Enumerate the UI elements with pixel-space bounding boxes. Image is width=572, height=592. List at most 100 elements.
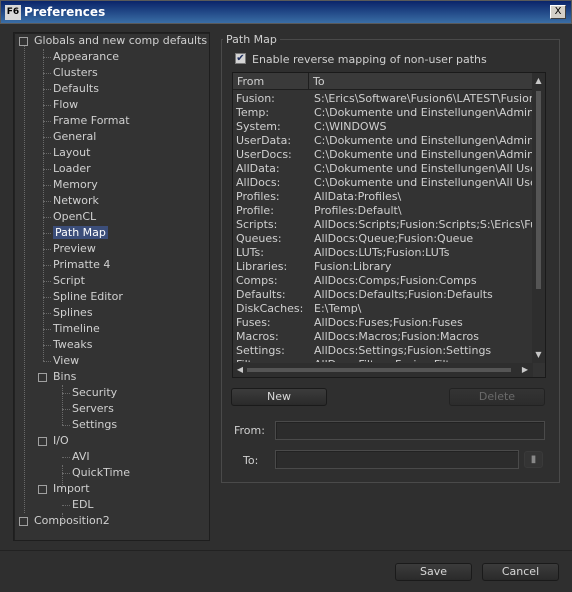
vertical-scrollbar[interactable]: ▲ ▼ (532, 73, 545, 363)
column-header-from[interactable]: From (233, 73, 309, 90)
table-row[interactable]: LUTs: AllDocs:LUTs;Fusion:LUTs (233, 246, 533, 260)
tree-connector (43, 185, 51, 186)
tree-item-preview[interactable]: Preview (53, 241, 96, 257)
tree-item-script[interactable]: Script (53, 273, 85, 289)
close-button[interactable]: X (550, 5, 566, 19)
tree-item-clusters[interactable]: Clusters (53, 65, 98, 81)
from-field[interactable] (275, 421, 545, 440)
tree-connector (43, 281, 51, 282)
horizontal-scroll-thumb[interactable] (247, 368, 511, 372)
path-map-table[interactable]: From To Fusion: S:\Erics\Software\Fusion6… (232, 72, 546, 378)
tree-item-spline-editor[interactable]: Spline Editor (53, 289, 123, 305)
tree-connector (43, 233, 51, 234)
table-row[interactable]: AllDocs: C:\Dokumente und Einstellungen\A… (233, 176, 533, 190)
horizontal-scrollbar[interactable]: ◀ ▶ (233, 363, 533, 377)
table-row[interactable]: Defaults: AllDocs:Defaults;Fusion:Default… (233, 288, 533, 302)
tree-item-settings[interactable]: Settings (72, 417, 117, 433)
table-row[interactable]: UserDocs: C:\Dokumente und Einstellungen\… (233, 148, 533, 162)
tree-item-label: Servers (72, 402, 114, 415)
tree-item-import[interactable]: Import (53, 481, 90, 497)
table-row[interactable]: Libraries: Fusion:Library (233, 260, 533, 274)
tree-item-path-map[interactable]: Path Map (53, 225, 108, 241)
tree-connector (43, 153, 51, 154)
tree-item-label: Layout (53, 146, 91, 159)
tree-item-label: OpenCL (53, 210, 97, 223)
table-row[interactable]: AllData: C:\Dokumente und Einstellungen\A… (233, 162, 533, 176)
tree-item-globals-and-new-comp-defaults[interactable]: Globals and new comp defaults (34, 33, 207, 49)
tree-item-flow[interactable]: Flow (53, 97, 78, 113)
cell-from: Macros: (236, 330, 279, 343)
tree-connector (43, 297, 51, 298)
scroll-left-icon[interactable]: ◀ (234, 364, 246, 376)
cell-from: AllData: (236, 162, 280, 175)
tree-expander-bins[interactable] (38, 373, 47, 382)
cell-from: Profiles: (236, 190, 280, 203)
table-row[interactable]: Temp: C:\Dokumente und Einstellungen\Admi… (233, 106, 533, 120)
tree-item-composition2[interactable]: Composition2 (34, 513, 110, 529)
scroll-right-icon[interactable]: ▶ (519, 364, 531, 376)
tree-connector (43, 345, 51, 346)
vertical-scroll-thumb[interactable] (536, 91, 541, 289)
tree-item-i-o[interactable]: I/O (53, 433, 69, 449)
tree-connector (43, 201, 51, 202)
tree-item-edl[interactable]: EDL (72, 497, 94, 513)
tree-item-bins[interactable]: Bins (53, 369, 76, 385)
cell-from: Scripts: (236, 218, 278, 231)
cell-to: AllDocs:LUTs;Fusion:LUTs (314, 246, 450, 259)
cell-from: Fusion: (236, 92, 275, 105)
tree-item-quicktime[interactable]: QuickTime (72, 465, 130, 481)
to-field[interactable] (275, 450, 519, 469)
tree-item-appearance[interactable]: Appearance (53, 49, 119, 65)
tree-item-splines[interactable]: Splines (53, 305, 93, 321)
table-row[interactable]: UserData: C:\Dokumente und Einstellungen\… (233, 134, 533, 148)
tree-expander-composition2[interactable] (19, 517, 28, 526)
tree-item-loader[interactable]: Loader (53, 161, 91, 177)
delete-button[interactable]: Delete (449, 388, 545, 406)
browse-folder-icon[interactable]: ▮ (524, 451, 543, 468)
tree-item-layout[interactable]: Layout (53, 145, 90, 161)
table-row[interactable]: System: C:\WINDOWS (233, 120, 533, 134)
tree-item-security[interactable]: Security (72, 385, 117, 401)
table-row[interactable]: DiskCaches: E:\Temp\ (233, 302, 533, 316)
tree-item-servers[interactable]: Servers (72, 401, 114, 417)
tree-item-avi[interactable]: AVI (72, 449, 90, 465)
tree-expander-import[interactable] (38, 485, 47, 494)
tree-item-memory[interactable]: Memory (53, 177, 98, 193)
tree-expander-i-o[interactable] (38, 437, 47, 446)
tree-connector (62, 457, 70, 458)
cell-from: System: (236, 120, 281, 133)
table-row[interactable]: Filters: AllDocs:Filters;Fusion:Filters (233, 358, 533, 362)
table-row[interactable]: Fuses: AllDocs:Fuses;Fusion:Fuses (233, 316, 533, 330)
enable-reverse-mapping-label: Enable reverse mapping of non-user paths (252, 53, 487, 66)
tree-item-timeline[interactable]: Timeline (53, 321, 100, 337)
scroll-down-icon[interactable]: ▼ (533, 349, 544, 361)
save-button[interactable]: Save (395, 563, 472, 581)
table-row[interactable]: Profiles: AllData:Profiles\ (233, 190, 533, 204)
tree-connector (62, 505, 70, 506)
scroll-up-icon[interactable]: ▲ (533, 75, 544, 87)
tree-item-network[interactable]: Network (53, 193, 99, 209)
cancel-button[interactable]: Cancel (482, 563, 559, 581)
tree-item-tweaks[interactable]: Tweaks (53, 337, 93, 353)
table-row[interactable]: Queues: AllDocs:Queue;Fusion:Queue (233, 232, 533, 246)
table-row[interactable]: Fusion: S:\Erics\Software\Fusion6\LATEST\… (233, 92, 533, 106)
table-row[interactable]: Scripts: AllDocs:Scripts;Fusion:Scripts;S… (233, 218, 533, 232)
table-row[interactable]: Profile: Profiles:Default\ (233, 204, 533, 218)
table-row[interactable]: Comps: AllDocs:Comps;Fusion:Comps (233, 274, 533, 288)
new-button[interactable]: New (231, 388, 327, 406)
tree-item-general[interactable]: General (53, 129, 96, 145)
tree-expander-globals-and-new-comp-defaults[interactable] (19, 37, 28, 46)
cell-to: Profiles:Default\ (314, 204, 402, 217)
tree-item-defaults[interactable]: Defaults (53, 81, 99, 97)
tree-connector (43, 121, 51, 122)
cell-from: Comps: (236, 274, 278, 287)
tree-item-opencl[interactable]: OpenCL (53, 209, 96, 225)
table-row[interactable]: Settings: AllDocs:Settings;Fusion:Setting… (233, 344, 533, 358)
table-row[interactable]: Macros: AllDocs:Macros;Fusion:Macros (233, 330, 533, 344)
tree-item-frame-format[interactable]: Frame Format (53, 113, 130, 129)
tree-item-primatte-4[interactable]: Primatte 4 (53, 257, 110, 273)
tree-item-view[interactable]: View (53, 353, 79, 369)
enable-reverse-mapping-checkbox[interactable]: ✔ (235, 53, 246, 64)
tree-connector (43, 361, 51, 362)
column-header-to[interactable]: To (309, 73, 533, 90)
